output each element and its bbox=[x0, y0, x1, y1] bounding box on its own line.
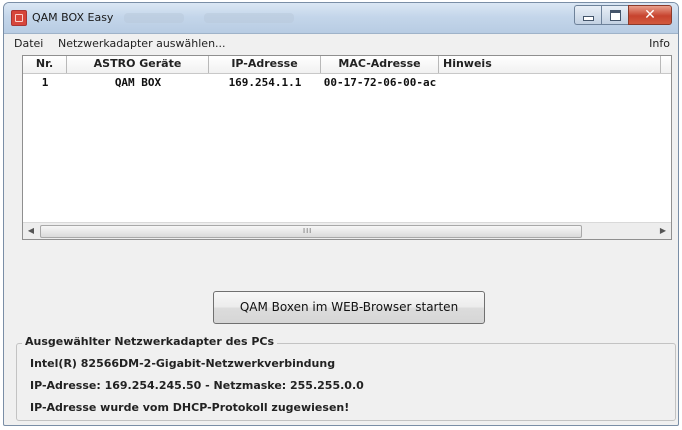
column-header-ip-adresse[interactable]: IP-Adresse bbox=[209, 56, 321, 73]
scroll-left-arrow-icon[interactable]: ◀ bbox=[23, 223, 39, 239]
scrollbar-thumb[interactable]: III bbox=[40, 225, 582, 238]
table-row[interactable]: 1 QAM BOX 169.254.1.1 00-17-72-06-00-ac bbox=[23, 75, 671, 91]
column-header-hinweis[interactable]: Hinweis bbox=[439, 56, 661, 73]
maximize-icon bbox=[609, 9, 621, 21]
cell-nr: 1 bbox=[41, 76, 49, 89]
cell-device: QAM BOX bbox=[114, 76, 162, 89]
close-icon: ✕ bbox=[644, 7, 656, 23]
maximize-button[interactable] bbox=[601, 5, 628, 25]
minimize-button[interactable] bbox=[574, 5, 601, 25]
adapter-name: Intel(R) 82566DM-2-Gigabit-Netzwerkverbi… bbox=[30, 357, 336, 370]
title-bar[interactable]: QAM BOX Easy ✕ bbox=[4, 3, 678, 34]
title-blur-decoration bbox=[124, 13, 184, 23]
scroll-right-arrow-icon[interactable]: ▶ bbox=[655, 223, 671, 239]
adapter-dhcp-status: IP-Adresse wurde vom DHCP-Protokoll zuge… bbox=[30, 401, 350, 414]
menu-netzwerkadapter[interactable]: Netzwerkadapter auswählen... bbox=[58, 37, 226, 50]
grip-icon: III bbox=[303, 227, 313, 235]
device-list[interactable]: Nr. ASTRO Geräte IP-Adresse MAC-Adresse … bbox=[22, 55, 672, 240]
app-icon[interactable] bbox=[11, 10, 27, 26]
adapter-address: IP-Adresse: 169.254.245.50 - Netzmaske: … bbox=[30, 379, 364, 392]
horizontal-scrollbar[interactable]: ◀ III ▶ bbox=[23, 222, 671, 239]
column-header-mac-adresse[interactable]: MAC-Adresse bbox=[321, 56, 439, 73]
app-window: QAM BOX Easy ✕ Datei Netzwerkadapter aus… bbox=[3, 2, 679, 426]
window-controls: ✕ bbox=[574, 5, 672, 25]
menu-datei[interactable]: Datei bbox=[14, 37, 43, 50]
window-title: QAM BOX Easy bbox=[32, 11, 114, 24]
start-web-browser-button[interactable]: QAM Boxen im WEB-Browser starten bbox=[213, 291, 485, 324]
minimize-icon bbox=[582, 15, 594, 21]
cell-ip: 169.254.1.1 bbox=[228, 76, 302, 89]
column-header-astro-geraete[interactable]: ASTRO Geräte bbox=[67, 56, 209, 73]
close-button[interactable]: ✕ bbox=[628, 5, 672, 25]
title-blur-decoration bbox=[204, 13, 294, 23]
menu-info[interactable]: Info bbox=[649, 37, 670, 50]
adapter-group-legend: Ausgewählter Netzwerkadapter des PCs bbox=[22, 335, 278, 348]
cell-mac: 00-17-72-06-00-ac bbox=[323, 76, 437, 89]
list-header: Nr. ASTRO Geräte IP-Adresse MAC-Adresse … bbox=[23, 56, 671, 74]
menu-bar: Datei Netzwerkadapter auswählen... Info bbox=[4, 34, 678, 52]
start-web-browser-label: QAM Boxen im WEB-Browser starten bbox=[239, 300, 459, 314]
column-header-nr[interactable]: Nr. bbox=[23, 56, 67, 73]
adapter-groupbox: Ausgewählter Netzwerkadapter des PCs Int… bbox=[16, 335, 676, 421]
